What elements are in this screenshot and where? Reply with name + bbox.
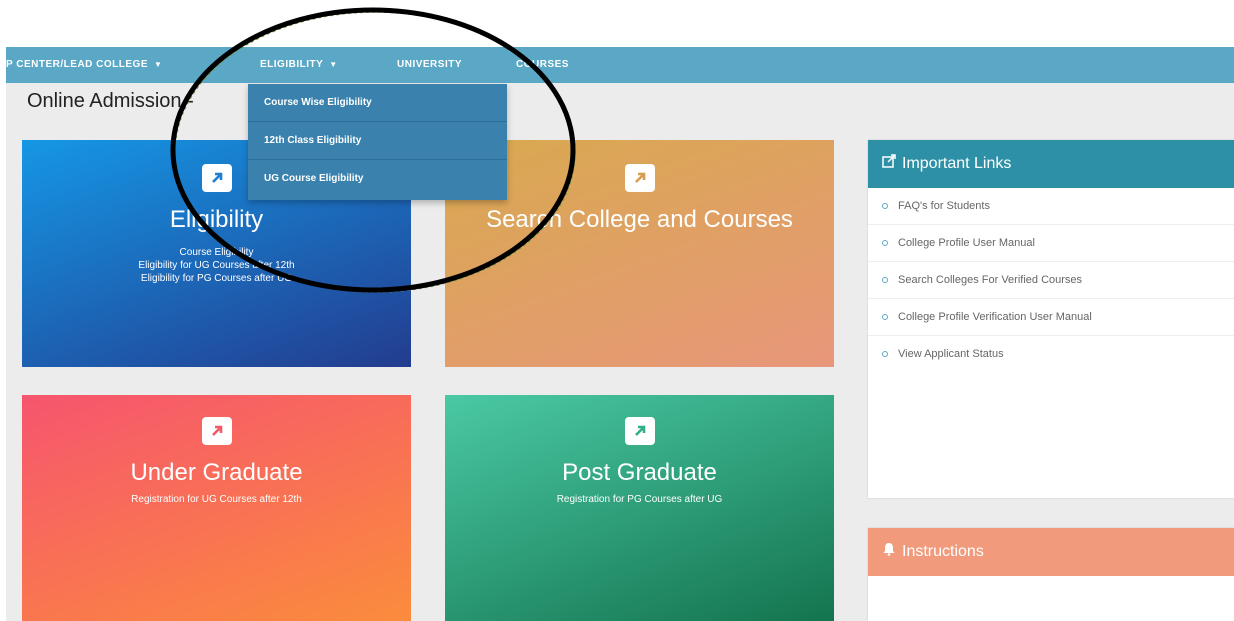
tile-title: Under Graduate [130, 459, 303, 486]
link-label: College Profile User Manual [898, 237, 1035, 249]
important-links-panel: Important Links FAQ's for Students Colle… [868, 140, 1234, 498]
link-college-profile-user-manual[interactable]: College Profile User Manual [868, 225, 1234, 262]
important-links-header: Important Links [868, 140, 1234, 188]
instructions-panel: Instructions [868, 528, 1234, 621]
dropdown-item-course-wise-eligibility[interactable]: Course Wise Eligibility [248, 84, 507, 122]
nav-item-center-lead-college[interactable]: P CENTER/LEAD COLLEGE ▼ [6, 47, 162, 83]
eligibility-dropdown-menu: Course Wise Eligibility 12th Class Eligi… [248, 84, 507, 200]
bullet-icon [882, 277, 888, 284]
caret-down-icon: ▼ [329, 60, 338, 69]
tile-under-graduate[interactable]: Under Graduate Registration for UG Cours… [22, 395, 411, 621]
caret-down-icon: ▼ [154, 60, 163, 69]
tile-line: Course Eligibility [179, 247, 254, 258]
external-link-icon [882, 140, 896, 188]
tile-title: Post Graduate [562, 459, 717, 486]
nav-item-university[interactable]: UNIVERSITY [397, 47, 462, 83]
nav-item-label: ELIGIBILITY [260, 59, 324, 70]
bullet-icon [882, 240, 888, 247]
external-arrow-icon [624, 164, 655, 192]
link-label: College Profile Verification User Manual [898, 311, 1092, 323]
tile-subtitle: Registration for UG Courses after 12th [131, 494, 302, 505]
nav-item-label: UNIVERSITY [397, 59, 463, 70]
link-view-applicant-status[interactable]: View Applicant Status [868, 336, 1234, 373]
bullet-icon [882, 314, 888, 321]
link-college-profile-verification-manual[interactable]: College Profile Verification User Manual [868, 299, 1234, 336]
tile-post-graduate[interactable]: Post Graduate Registration for PG Course… [445, 395, 834, 621]
link-label: View Applicant Status [898, 348, 1004, 360]
link-label: FAQ's for Students [898, 200, 990, 212]
dropdown-item-12th-class-eligibility[interactable]: 12th Class Eligibility [248, 122, 507, 160]
nav-item-courses[interactable]: COURSES [516, 47, 569, 83]
bell-icon [882, 528, 896, 576]
panel-title: Instructions [902, 543, 984, 561]
tile-subtitle: Registration for PG Courses after UG [556, 494, 723, 505]
nav-item-label: COURSES [516, 59, 569, 70]
nav-item-eligibility[interactable]: ELIGIBILITY ▼ [260, 47, 338, 83]
link-search-colleges-verified-courses[interactable]: Search Colleges For Verified Courses [868, 262, 1234, 299]
tile-title: Eligibility [169, 206, 264, 233]
link-label: Search Colleges For Verified Courses [898, 274, 1083, 286]
external-arrow-icon [201, 164, 232, 192]
dropdown-item-ug-course-eligibility[interactable]: UG Course Eligibility [248, 160, 507, 198]
bullet-icon [882, 351, 888, 358]
link-faq-students[interactable]: FAQ's for Students [868, 188, 1234, 225]
tile-line: Eligibility for PG Courses after UG [140, 273, 293, 284]
top-navbar: P CENTER/LEAD COLLEGE ▼ ELIGIBILITY ▼ UNIV… [6, 47, 1234, 83]
page-title: Online Admission - [27, 90, 194, 112]
bullet-icon [882, 203, 888, 210]
panel-title: Important Links [902, 155, 1012, 173]
tile-line: Eligibility for UG Courses after 12th [138, 260, 295, 271]
external-arrow-icon [201, 417, 232, 445]
external-arrow-icon [624, 417, 655, 445]
tile-subtitle: Course Eligibility Eligibility for UG Co… [22, 246, 411, 285]
tile-title: Search College and Courses [486, 206, 793, 233]
instructions-header: Instructions [868, 528, 1234, 576]
nav-item-label: P CENTER/LEAD COLLEGE [6, 59, 148, 70]
